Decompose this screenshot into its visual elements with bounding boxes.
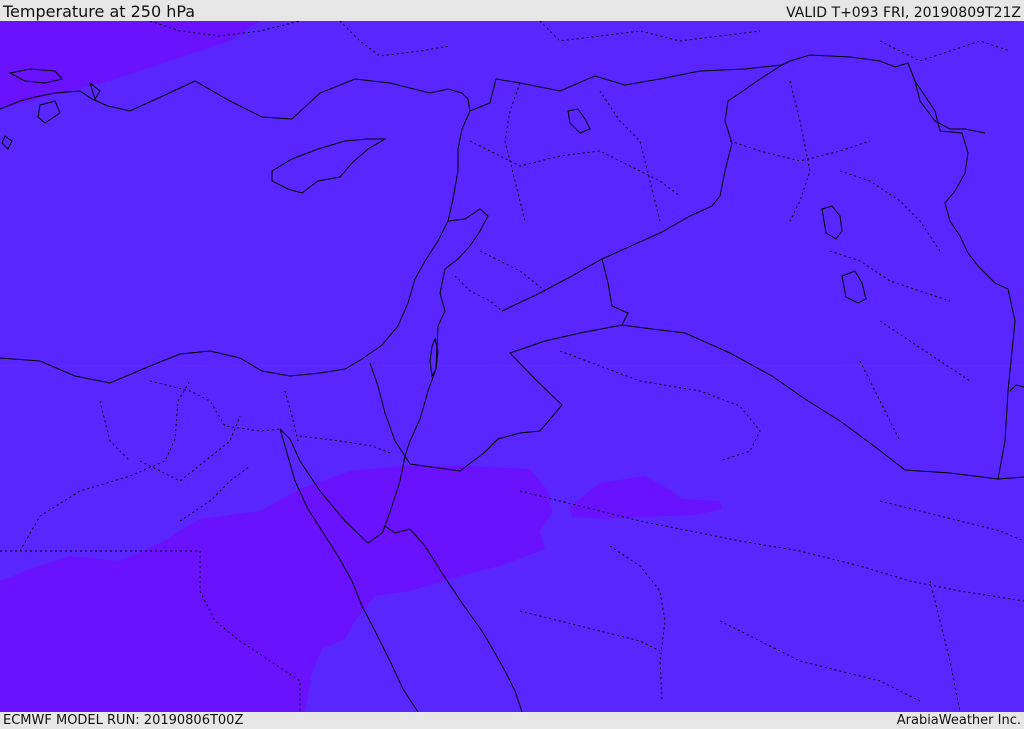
- valid-time: VALID T+093 FRI, 20190809T21Z: [786, 5, 1021, 21]
- header-bar: Temperature at 250 hPa VALID T+093 FRI, …: [0, 0, 1024, 21]
- credit-label: ArabiaWeather Inc.: [896, 713, 1021, 728]
- temperature-map[interactable]: [0, 21, 1024, 712]
- footer-bar: ECMWF MODEL RUN: 20190806T00Z ArabiaWeat…: [0, 712, 1024, 729]
- map-title: Temperature at 250 hPa: [3, 2, 196, 21]
- model-run-label: ECMWF MODEL RUN: 20190806T00Z: [3, 713, 244, 728]
